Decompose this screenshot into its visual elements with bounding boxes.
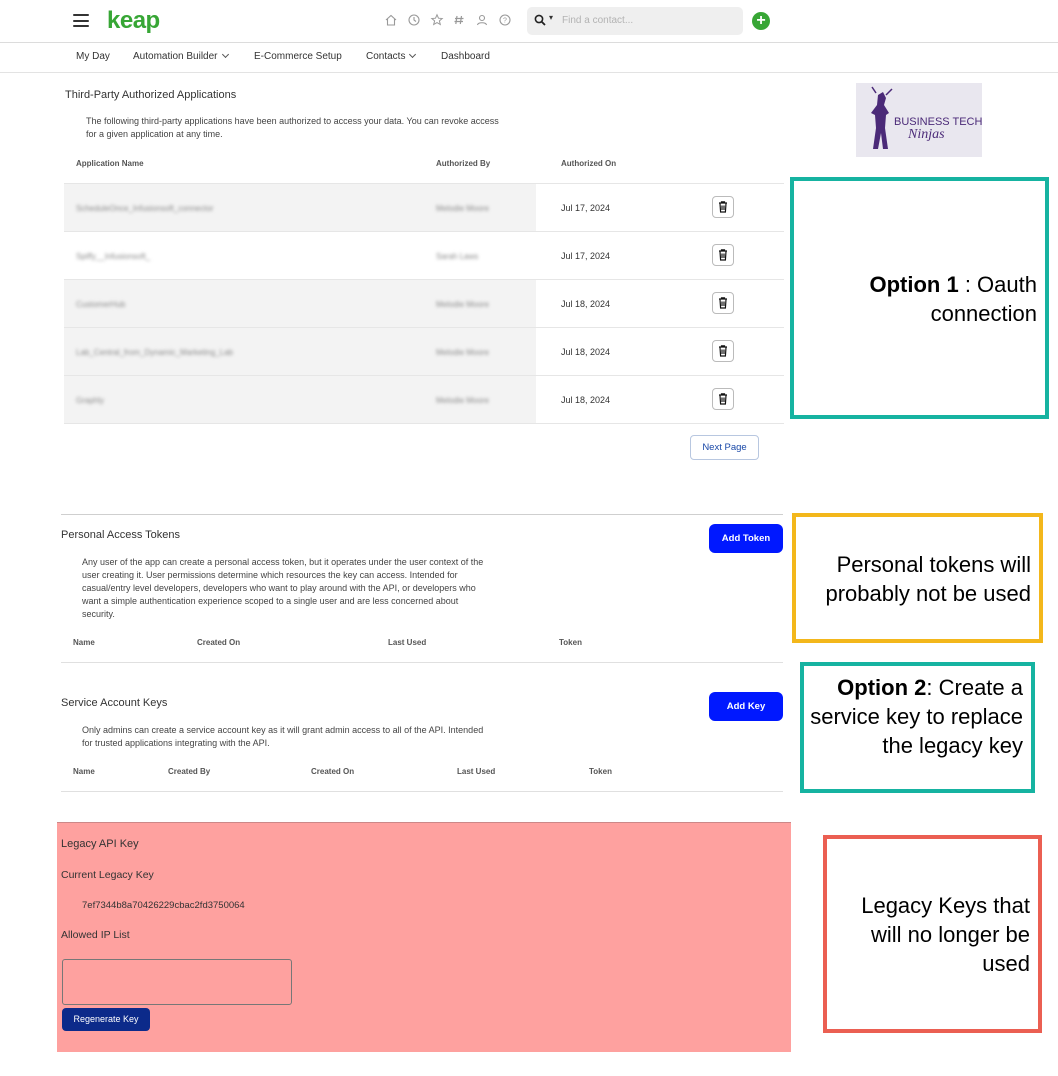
table-row: Lab_Central_from_Dynamic_Marketing_Lab M… bbox=[64, 328, 784, 376]
trash-icon bbox=[719, 393, 727, 405]
chevron-down-icon bbox=[409, 50, 417, 59]
search-filter-caret-icon[interactable]: ▾ bbox=[549, 13, 553, 22]
col-created-by: Created By bbox=[168, 767, 211, 776]
table-row: Spiffy__Infusionsoft_ Sarah Laws Jul 17,… bbox=[64, 232, 784, 280]
search-input[interactable] bbox=[562, 10, 732, 30]
col-authorized-by: Authorized By bbox=[436, 159, 491, 168]
authorized-by: Melodie Moore bbox=[436, 204, 489, 213]
add-key-button[interactable]: Add Key bbox=[709, 692, 783, 721]
authorized-on: Jul 18, 2024 bbox=[561, 299, 611, 309]
nav-label: E-Commerce Setup bbox=[254, 51, 342, 62]
star-icon[interactable] bbox=[429, 13, 445, 29]
business-tech-ninjas-logo: BUSINESS TECH Ninjas bbox=[856, 83, 982, 157]
authorized-by: Melodie Moore bbox=[436, 396, 489, 405]
col-last-used: Last Used bbox=[457, 767, 496, 776]
app-name: CustomerHub bbox=[76, 300, 126, 309]
trash-icon bbox=[719, 297, 727, 309]
authorized-by: Melodie Moore bbox=[436, 348, 489, 357]
authorized-on: Jul 17, 2024 bbox=[561, 203, 611, 213]
app-name: ScheduleOnce_Infusionsoft_connector bbox=[76, 204, 214, 213]
col-name: Name bbox=[73, 638, 95, 647]
col-authorized-on: Authorized On bbox=[561, 159, 617, 168]
search-icon[interactable] bbox=[534, 13, 546, 26]
keap-logo[interactable]: keap bbox=[107, 7, 160, 35]
col-token: Token bbox=[559, 638, 582, 647]
delete-button[interactable] bbox=[712, 196, 734, 218]
app-name: Graphly bbox=[76, 396, 105, 405]
personal-tokens-annotation: Personal tokens will probably not be use… bbox=[792, 513, 1043, 643]
col-application-name: Application Name bbox=[76, 159, 144, 168]
col-created-on: Created On bbox=[197, 638, 241, 647]
service-keys-description: Only admins can create a service account… bbox=[82, 725, 484, 748]
next-page-button[interactable]: Next Page bbox=[690, 435, 759, 460]
divider bbox=[61, 791, 783, 792]
trash-icon bbox=[719, 249, 727, 261]
trash-icon bbox=[719, 345, 727, 357]
legacy-title: Legacy API Key bbox=[61, 838, 139, 850]
app-name: Spiffy__Infusionsoft_ bbox=[76, 252, 151, 261]
chevron-down-icon bbox=[221, 50, 229, 59]
col-last-used: Last Used bbox=[388, 638, 427, 647]
nav-label: My Day bbox=[76, 51, 110, 62]
delete-button[interactable] bbox=[712, 340, 734, 362]
legacy-key-value: 7ef7344b8a70426229cbac2fd3750064 bbox=[82, 900, 245, 911]
help-icon[interactable]: ? bbox=[497, 13, 513, 29]
nav-automation-builder[interactable]: Automation Builder bbox=[133, 50, 229, 62]
section-divider bbox=[57, 822, 791, 823]
nav-label: Contacts bbox=[366, 51, 406, 62]
authorized-on: Jul 17, 2024 bbox=[561, 251, 611, 261]
option2-annotation: Option 2: Create a service key to replac… bbox=[800, 662, 1035, 793]
current-legacy-key-label: Current Legacy Key bbox=[61, 869, 154, 881]
personal-tokens-title: Personal Access Tokens bbox=[61, 529, 181, 541]
clock-icon[interactable] bbox=[406, 13, 422, 29]
home-icon[interactable] bbox=[383, 13, 399, 29]
regenerate-key-button[interactable]: Regenerate Key bbox=[62, 1008, 150, 1031]
legacy-annotation: Legacy Keys that will no longer be used bbox=[823, 835, 1042, 1033]
authorized-on: Jul 18, 2024 bbox=[561, 347, 611, 357]
authorized-by: Sarah Laws bbox=[436, 252, 479, 261]
option2-bold: Option 2 bbox=[837, 675, 927, 700]
legacy-annotation-text: Legacy Keys that will no longer be used bbox=[861, 893, 1030, 976]
legacy-api-key-section bbox=[57, 823, 791, 1052]
menu-icon[interactable] bbox=[73, 14, 89, 27]
authorized-by: Melodie Moore bbox=[436, 300, 489, 309]
allowed-ip-label: Allowed IP List bbox=[61, 929, 130, 941]
col-token: Token bbox=[589, 767, 612, 776]
nav-contacts[interactable]: Contacts bbox=[366, 50, 417, 62]
app-name: Lab_Central_from_Dynamic_Marketing_Lab bbox=[76, 348, 233, 357]
option1-annotation: Option 1 : Oauth connection bbox=[790, 177, 1049, 419]
quick-add-button[interactable]: + bbox=[752, 12, 770, 30]
col-name: Name bbox=[73, 767, 95, 776]
table-row: CustomerHub Melodie Moore Jul 18, 2024 bbox=[64, 280, 784, 328]
delete-button[interactable] bbox=[712, 388, 734, 410]
option1-bold: Option 1 bbox=[869, 272, 959, 297]
svg-text:?: ? bbox=[503, 18, 507, 25]
hashtag-icon[interactable] bbox=[451, 13, 467, 29]
nav-ecommerce-setup[interactable]: E-Commerce Setup bbox=[254, 51, 342, 62]
authorized-on: Jul 18, 2024 bbox=[561, 395, 611, 405]
nav-label: Automation Builder bbox=[133, 51, 218, 62]
personal-annotation-text: Personal tokens will probably not be use… bbox=[825, 552, 1032, 606]
service-keys-title: Service Account Keys bbox=[61, 697, 168, 709]
table-row: Graphly Melodie Moore Jul 18, 2024 bbox=[64, 376, 784, 424]
user-icon[interactable] bbox=[474, 13, 490, 29]
delete-button[interactable] bbox=[712, 244, 734, 266]
nav-my-day[interactable]: My Day bbox=[76, 51, 110, 62]
personal-tokens-description: Any user of the app can create a persona… bbox=[82, 557, 484, 619]
col-created-on: Created On bbox=[311, 767, 355, 776]
section-divider bbox=[61, 514, 783, 515]
delete-button[interactable] bbox=[712, 292, 734, 314]
add-token-button[interactable]: Add Token bbox=[709, 524, 783, 553]
table-row: ScheduleOnce_Infusionsoft_connector Melo… bbox=[64, 184, 784, 232]
nav-label: Dashboard bbox=[441, 51, 490, 62]
third-party-title: Third-Party Authorized Applications bbox=[65, 89, 237, 101]
logo-line2: Ninjas bbox=[907, 127, 945, 142]
allowed-ip-field[interactable] bbox=[62, 959, 292, 1005]
trash-icon bbox=[719, 201, 727, 213]
nav-dashboard[interactable]: Dashboard bbox=[441, 51, 490, 62]
third-party-description: The following third-party applications h… bbox=[86, 116, 499, 139]
divider bbox=[61, 662, 783, 663]
